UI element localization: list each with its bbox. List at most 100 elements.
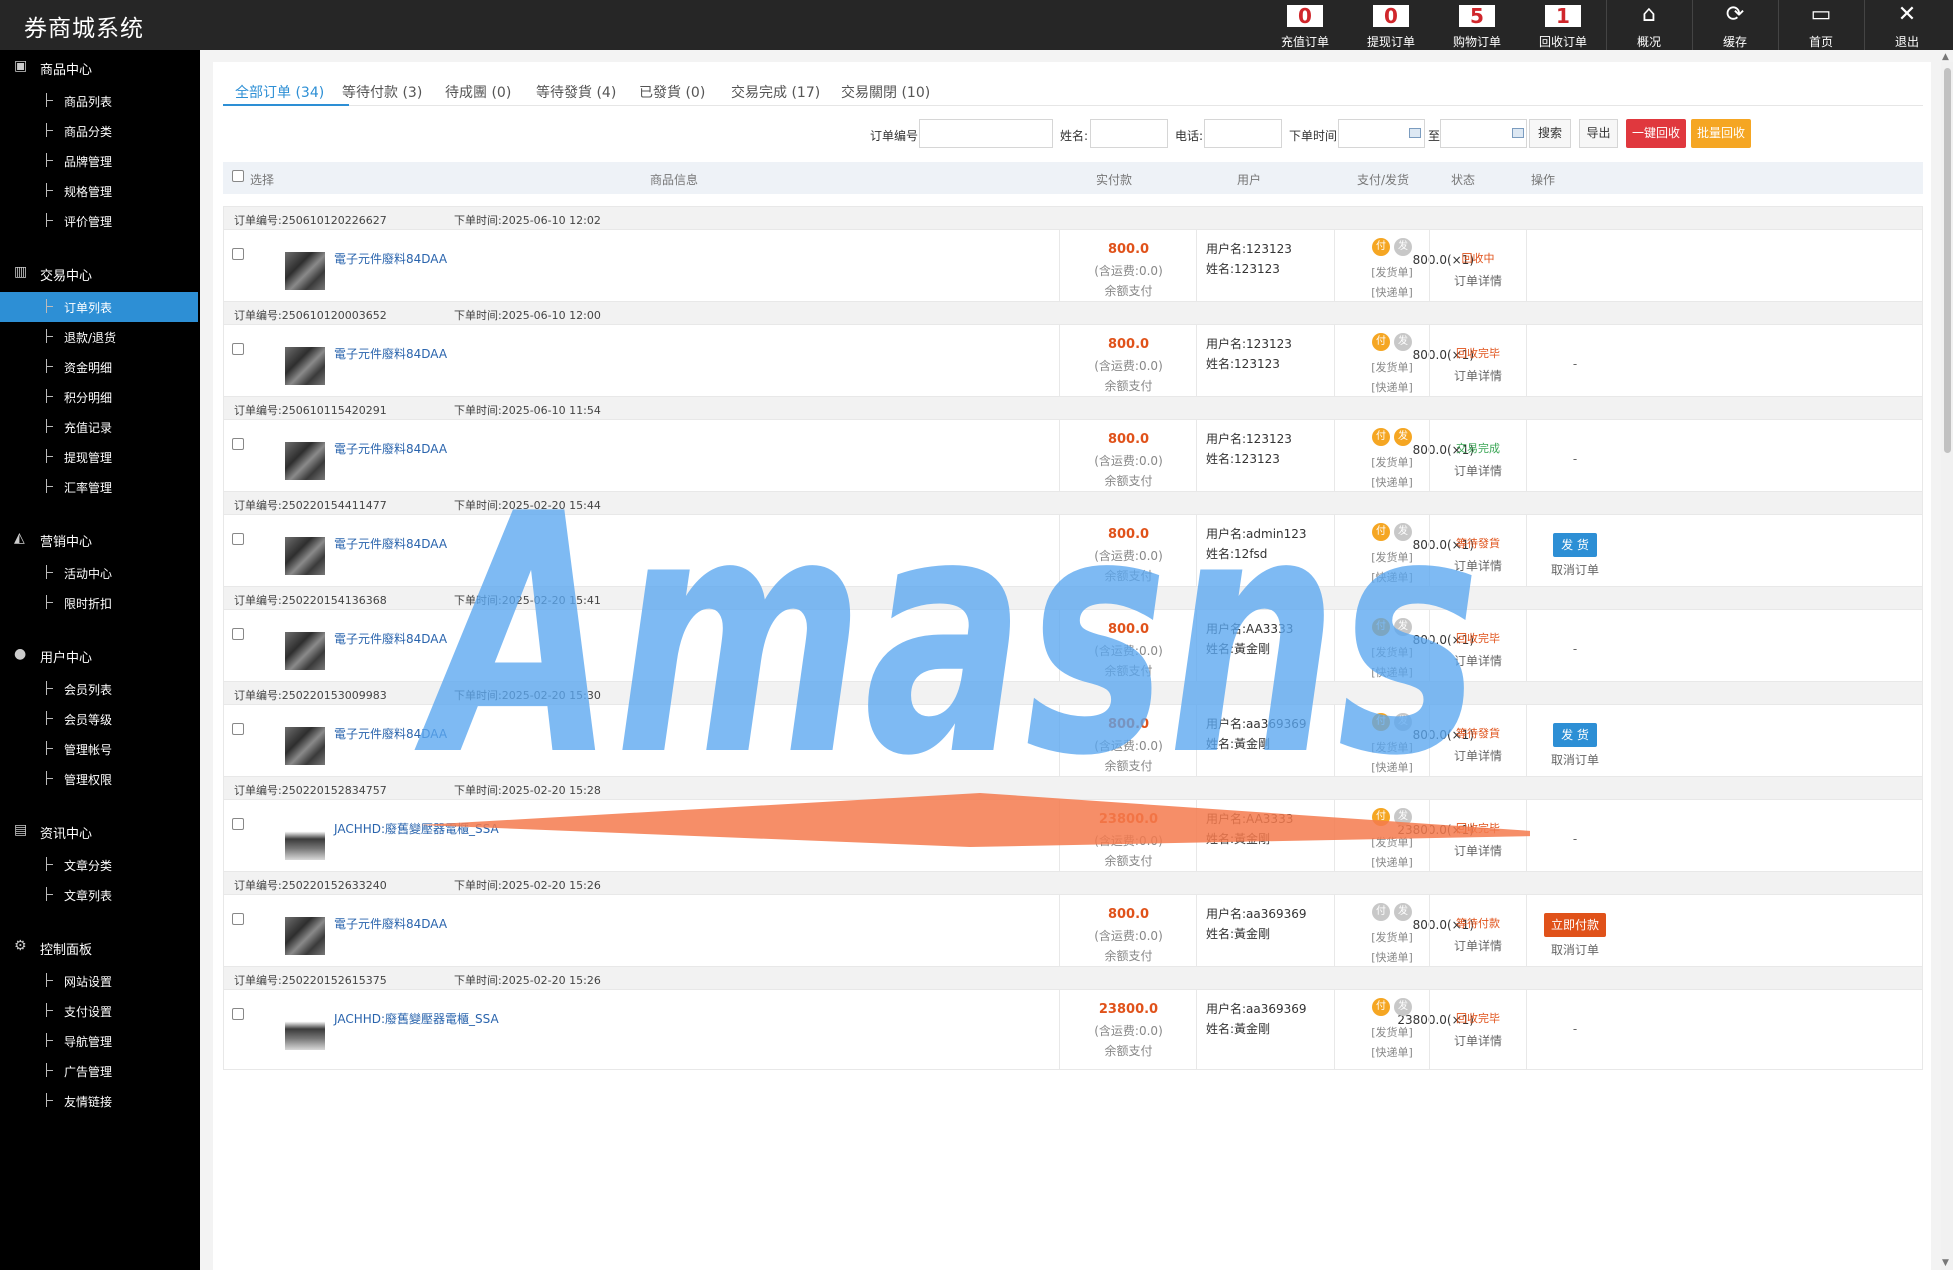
topbar-counter-0[interactable]: 0 充值订单 <box>1262 0 1348 50</box>
order-detail-link[interactable]: 订单详情 <box>1430 937 1526 954</box>
order-detail-link[interactable]: 订单详情 <box>1430 557 1526 574</box>
tab-0[interactable]: 全部订单 (34) <box>235 82 324 102</box>
ship-note-link[interactable]: [发货单] <box>1356 739 1428 755</box>
sidebar-item[interactable]: 充值记录 <box>0 412 198 442</box>
tab-1[interactable]: 等待付款 (3) <box>342 82 422 102</box>
sidebar-item[interactable]: 评价管理 <box>0 206 198 236</box>
sidebar-item[interactable]: 文章列表 <box>0 880 198 910</box>
product-name-link[interactable]: 電子元件廢料84DAA <box>334 725 447 742</box>
product-thumbnail[interactable] <box>285 822 325 860</box>
sidebar-group-5[interactable]: ⚙ 控制面板 <box>0 932 200 962</box>
sidebar-item[interactable]: 广告管理 <box>0 1056 198 1086</box>
scrollbar-thumb[interactable] <box>1944 68 1951 453</box>
tab-3[interactable]: 等待發貨 (4) <box>536 82 616 102</box>
product-name-link[interactable]: 電子元件廢料84DAA <box>334 345 447 362</box>
express-note-link[interactable]: [快递单] <box>1356 854 1428 870</box>
pay-now-button[interactable]: 立即付款 <box>1544 913 1606 937</box>
sidebar-item[interactable]: 网站设置 <box>0 966 198 996</box>
ship-note-link[interactable]: [发货单] <box>1356 264 1428 280</box>
ship-note-link[interactable]: [发货单] <box>1356 1024 1428 1040</box>
express-note-link[interactable]: [快递单] <box>1356 474 1428 490</box>
product-thumbnail[interactable] <box>285 252 325 290</box>
sidebar-item[interactable]: 商品分类 <box>0 116 198 146</box>
row-checkbox[interactable] <box>232 1008 244 1020</box>
row-checkbox[interactable] <box>232 533 244 545</box>
order-detail-link[interactable]: 订单详情 <box>1430 272 1526 289</box>
sidebar-item[interactable]: 管理权限 <box>0 764 198 794</box>
tab-2[interactable]: 待成團 (0) <box>445 82 511 102</box>
sidebar-item[interactable]: 积分明细 <box>0 382 198 412</box>
row-checkbox[interactable] <box>232 438 244 450</box>
batch-recycle-button[interactable]: 批量回收 <box>1691 119 1751 148</box>
order-detail-link[interactable]: 订单详情 <box>1430 842 1526 859</box>
product-thumbnail[interactable] <box>285 442 325 480</box>
product-name-link[interactable]: 電子元件廢料84DAA <box>334 535 447 552</box>
ship-note-link[interactable]: [发货单] <box>1356 359 1428 375</box>
sidebar-item[interactable]: 商品列表 <box>0 86 198 116</box>
calendar-icon[interactable] <box>1409 128 1421 138</box>
express-note-link[interactable]: [快递单] <box>1356 569 1428 585</box>
topbar-counter-3[interactable]: 1 回收订单 <box>1520 0 1606 50</box>
sidebar-item[interactable]: 汇率管理 <box>0 472 198 502</box>
topbar-counter-1[interactable]: 0 提现订单 <box>1348 0 1434 50</box>
express-note-link[interactable]: [快递单] <box>1356 664 1428 680</box>
topbar-monitor[interactable]: ▭ 首页 <box>1778 0 1864 50</box>
express-note-link[interactable]: [快递单] <box>1356 759 1428 775</box>
ship-button[interactable]: 发 货 <box>1553 723 1597 747</box>
product-name-link[interactable]: JACHHD:廢舊變壓器電櫃_SSA <box>334 1010 499 1027</box>
sidebar-item[interactable]: 提现管理 <box>0 442 198 472</box>
product-name-link[interactable]: 電子元件廢料84DAA <box>334 250 447 267</box>
sidebar-item[interactable]: 友情链接 <box>0 1086 198 1116</box>
product-name-link[interactable]: 電子元件廢料84DAA <box>334 440 447 457</box>
product-name-link[interactable]: JACHHD:廢舊變壓器電櫃_SSA <box>334 820 499 837</box>
product-thumbnail[interactable] <box>285 537 325 575</box>
product-thumbnail[interactable] <box>285 727 325 765</box>
recycle-all-button[interactable]: 一键回收 <box>1626 119 1686 148</box>
cancel-order-link[interactable]: 取消订单 <box>1526 561 1624 578</box>
row-checkbox[interactable] <box>232 723 244 735</box>
scroll-up-arrow[interactable]: ▲ <box>1942 52 1949 62</box>
search-button[interactable]: 搜索 <box>1529 119 1571 148</box>
order-detail-link[interactable]: 订单详情 <box>1430 652 1526 669</box>
express-note-link[interactable]: [快递单] <box>1356 379 1428 395</box>
sidebar-item[interactable]: 品牌管理 <box>0 146 198 176</box>
order-detail-link[interactable]: 订单详情 <box>1430 747 1526 764</box>
order-no-input[interactable] <box>919 119 1053 148</box>
scroll-down-arrow[interactable]: ▼ <box>1942 1258 1949 1268</box>
cancel-order-link[interactable]: 取消订单 <box>1526 751 1624 768</box>
sidebar-item[interactable]: 会员列表 <box>0 674 198 704</box>
sidebar-item[interactable]: 资金明细 <box>0 352 198 382</box>
sidebar-group-0[interactable]: ▣ 商品中心 <box>0 52 200 82</box>
sidebar-item[interactable]: 导航管理 <box>0 1026 198 1056</box>
product-thumbnail[interactable] <box>285 632 325 670</box>
row-checkbox[interactable] <box>232 343 244 355</box>
phone-input[interactable] <box>1204 119 1282 148</box>
order-detail-link[interactable]: 订单详情 <box>1430 1032 1526 1049</box>
topbar-close[interactable]: ✕ 退出 <box>1864 0 1950 50</box>
product-name-link[interactable]: 電子元件廢料84DAA <box>334 915 447 932</box>
row-checkbox[interactable] <box>232 913 244 925</box>
order-detail-link[interactable]: 订单详情 <box>1430 367 1526 384</box>
calendar-icon[interactable] <box>1512 128 1524 138</box>
product-thumbnail[interactable] <box>285 347 325 385</box>
sidebar-item[interactable]: 退款/退货 <box>0 322 198 352</box>
tab-5[interactable]: 交易完成 (17) <box>731 82 820 102</box>
sidebar-item[interactable]: 文章分类 <box>0 850 198 880</box>
row-checkbox[interactable] <box>232 248 244 260</box>
sidebar-item[interactable]: 管理帐号 <box>0 734 198 764</box>
topbar-home[interactable]: ⌂ 概况 <box>1606 0 1692 50</box>
sidebar-item[interactable]: 规格管理 <box>0 176 198 206</box>
product-thumbnail[interactable] <box>285 917 325 955</box>
sidebar-group-4[interactable]: ▤ 资讯中心 <box>0 816 200 846</box>
sidebar-group-3[interactable]: ● 用户中心 <box>0 640 200 670</box>
express-note-link[interactable]: [快递单] <box>1356 284 1428 300</box>
tab-4[interactable]: 已發貨 (0) <box>639 82 705 102</box>
select-all-checkbox[interactable] <box>232 170 244 182</box>
row-checkbox[interactable] <box>232 628 244 640</box>
ship-button[interactable]: 发 货 <box>1553 533 1597 557</box>
sidebar-item[interactable]: 限时折扣 <box>0 588 198 618</box>
sidebar-item[interactable]: 会员等级 <box>0 704 198 734</box>
sidebar-item[interactable]: 活动中心 <box>0 558 198 588</box>
ship-note-link[interactable]: [发货单] <box>1356 929 1428 945</box>
name-input[interactable] <box>1090 119 1168 148</box>
